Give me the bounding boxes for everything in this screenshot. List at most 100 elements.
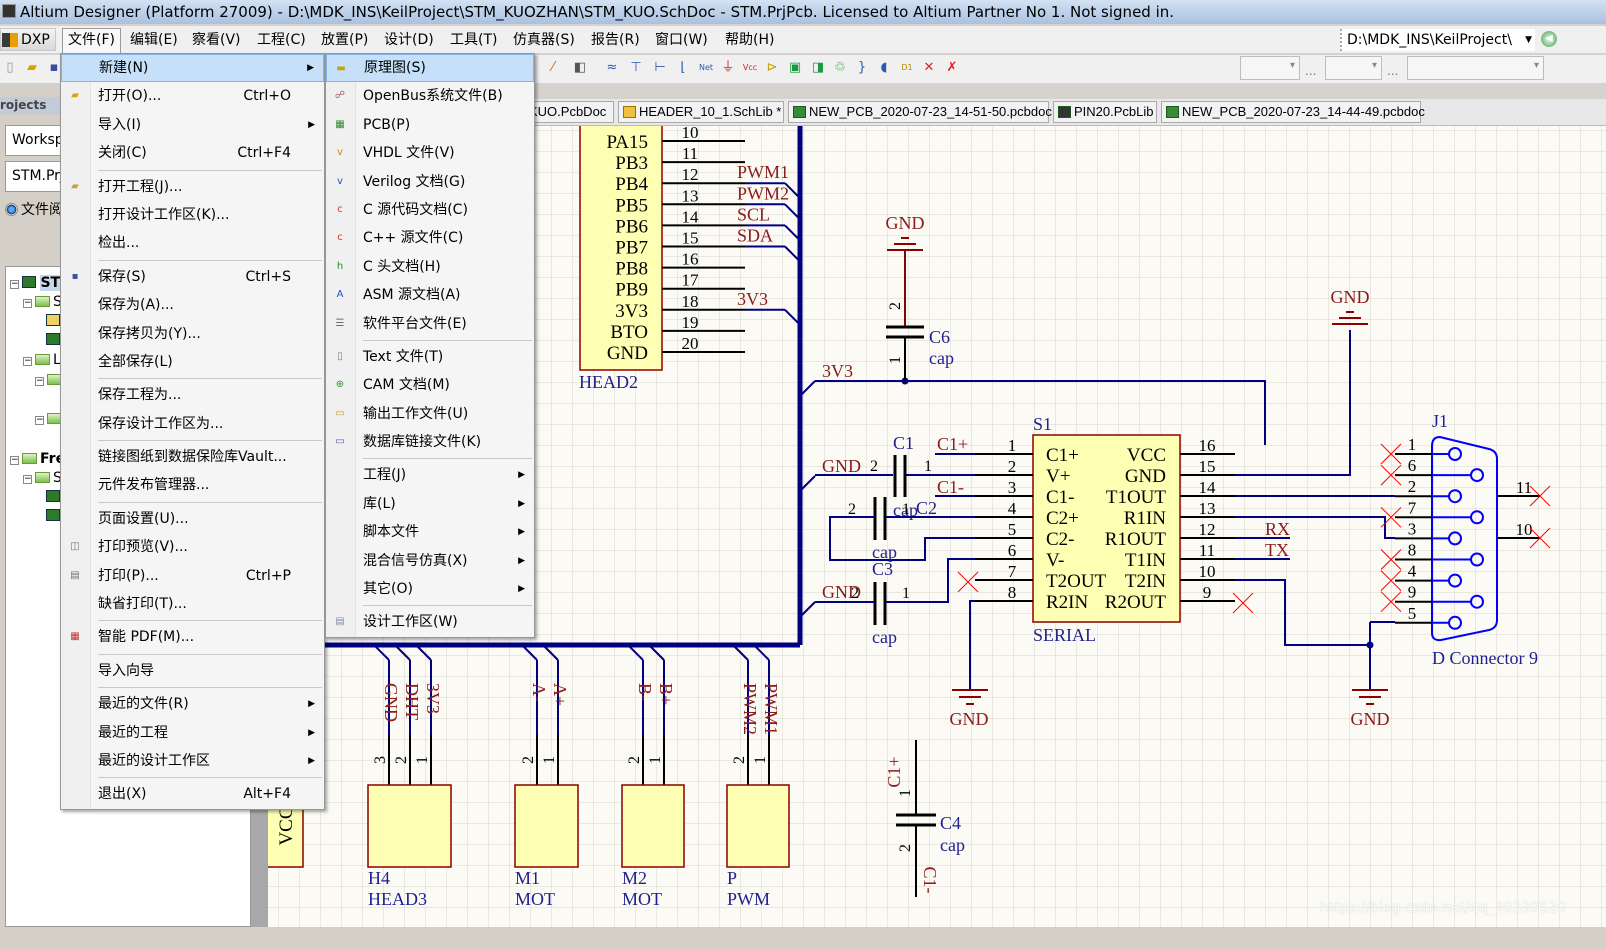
menu-item[interactable]: v VHDL 文件(V) bbox=[326, 139, 534, 167]
menu-item[interactable]: ▤ 打印(P)... Ctrl+P bbox=[61, 562, 324, 590]
filter-combo-1[interactable] bbox=[1240, 56, 1300, 80]
menu-design[interactable]: 设计(D) bbox=[379, 29, 439, 51]
device-sheet-icon[interactable]: ♲ bbox=[832, 60, 848, 76]
menu-item[interactable]: c C 源代码文档(C) bbox=[326, 196, 534, 224]
sheet-symbol-icon[interactable]: ▣ bbox=[787, 60, 803, 76]
menu-item[interactable]: 导入向导 bbox=[61, 657, 324, 685]
menu-item[interactable]: ⊕ CAM 文档(M) bbox=[326, 371, 534, 399]
menu-item[interactable]: ▰ 打开(O)... Ctrl+O bbox=[61, 82, 324, 110]
wand-icon[interactable]: ⁄ bbox=[545, 60, 561, 76]
menu-item[interactable]: ▦ 智能 PDF(M)... bbox=[61, 623, 324, 651]
tree-item-project[interactable]: − ST bbox=[10, 274, 61, 292]
tree-item-doc[interactable] bbox=[46, 312, 60, 330]
radio-label: 文件阅 bbox=[21, 202, 63, 218]
bus-entry-icon[interactable]: ⊢ bbox=[652, 60, 668, 76]
menu-item[interactable]: 工程(J) ▶ bbox=[326, 461, 534, 489]
menu-window[interactable]: 窗口(W) bbox=[650, 29, 713, 51]
menu-file[interactable]: 文件(F) bbox=[62, 28, 121, 53]
file-view-radio[interactable]: 文件阅 bbox=[5, 202, 63, 218]
tree-item-folder[interactable]: − L bbox=[23, 351, 61, 369]
browse-component-icon[interactable]: ◧ bbox=[572, 60, 588, 76]
menu-item[interactable]: 最近的设计工作区 ▶ bbox=[61, 747, 324, 775]
menu-item[interactable]: 最近的文件(R) ▶ bbox=[61, 690, 324, 718]
menu-item[interactable]: 链接图纸到数据保险库Vault... bbox=[61, 443, 324, 471]
menu-item[interactable]: ▯ Text 文件(T) bbox=[326, 343, 534, 371]
menu-item[interactable]: c C++ 源文件(C) bbox=[326, 224, 534, 252]
menu-item[interactable]: 缺省打印(T)... bbox=[61, 590, 324, 618]
tree-item-doc[interactable] bbox=[46, 488, 60, 506]
menu-item[interactable]: ▦ PCB(P) bbox=[326, 111, 534, 139]
vcc-port-icon[interactable]: Vcc bbox=[742, 60, 758, 76]
tree-item-free-documents[interactable]: − Fre bbox=[10, 450, 65, 468]
menu-item[interactable]: ▭ 数据库链接文件(K) bbox=[326, 428, 534, 456]
menu-item[interactable]: 退出(X) Alt+F4 bbox=[61, 780, 324, 808]
menu-item[interactable]: 元件发布管理器... bbox=[61, 471, 324, 499]
port-icon[interactable]: D1 bbox=[899, 60, 915, 76]
menu-item[interactable]: 保存设计工作区为... bbox=[61, 410, 324, 438]
menu-item[interactable]: A ASM 源文档(A) bbox=[326, 281, 534, 309]
signal-harness-icon[interactable]: ⌊ bbox=[675, 60, 691, 76]
menu-tools[interactable]: 工具(T) bbox=[445, 29, 502, 51]
menu-reports[interactable]: 报告(R) bbox=[586, 29, 645, 51]
menu-item[interactable]: 混合信号仿真(X) ▶ bbox=[326, 547, 534, 575]
tab-pin20-pcblib[interactable]: PIN20.PcbLib bbox=[1053, 101, 1157, 123]
gnd-port-icon[interactable]: ⏚ bbox=[720, 60, 736, 76]
sheet-entry-icon[interactable]: ◨ bbox=[810, 60, 826, 76]
j1-pin-number: 9 bbox=[1408, 583, 1417, 602]
menu-item[interactable]: 检出... bbox=[61, 229, 324, 257]
dxp-menu[interactable]: DXP bbox=[0, 28, 56, 51]
menu-item[interactable]: 保存拷贝为(Y)... bbox=[61, 320, 324, 348]
navigate-back-icon[interactable]: ◀ bbox=[1541, 31, 1557, 47]
menu-item[interactable]: 保存工程为... bbox=[61, 381, 324, 409]
menu-simulator[interactable]: 仿真器(S) bbox=[508, 29, 580, 51]
wire-icon[interactable]: ≈ bbox=[604, 60, 620, 76]
tree-item-doc[interactable] bbox=[46, 507, 60, 525]
menu-item[interactable]: 保存为(A)... bbox=[61, 291, 324, 319]
menu-item[interactable]: ☍ OpenBus系统文件(B) bbox=[326, 82, 534, 110]
menu-place[interactable]: 放置(P) bbox=[316, 29, 373, 51]
menu-item[interactable]: 其它(O) ▶ bbox=[326, 575, 534, 603]
menu-edit[interactable]: 编辑(E) bbox=[125, 29, 183, 51]
tab-new-pcb-14-51-50[interactable]: NEW_PCB_2020-07-23_14-51-50.pcbdoc bbox=[788, 101, 1052, 123]
menu-project[interactable]: 工程(C) bbox=[252, 29, 311, 51]
new-document-icon[interactable]: ▯ bbox=[2, 60, 18, 76]
menu-item[interactable]: ▰ 打开工程(J)... bbox=[61, 173, 324, 201]
menu-item[interactable]: ▬ 原理图(S) bbox=[326, 54, 534, 83]
bus-icon[interactable]: ⊤ bbox=[628, 60, 644, 76]
menu-item[interactable]: 全部保存(L) bbox=[61, 348, 324, 376]
open-folder-icon[interactable]: ▰ bbox=[24, 60, 40, 76]
menu-help[interactable]: 帮助(H) bbox=[720, 29, 779, 51]
tree-item-doc[interactable] bbox=[46, 331, 60, 349]
filter-combo-3[interactable] bbox=[1407, 56, 1544, 80]
pin-number: 2 bbox=[520, 756, 537, 764]
filter-combo-2[interactable] bbox=[1325, 56, 1382, 80]
menu-item[interactable]: h C 头文档(H) bbox=[326, 253, 534, 281]
harness-connector-icon[interactable]: } bbox=[854, 60, 870, 76]
menu-item[interactable]: ▤ 设计工作区(W) bbox=[326, 608, 534, 636]
menu-item[interactable]: 脚本文件 ▶ bbox=[326, 518, 534, 546]
tree-item-folder[interactable]: − S bbox=[23, 469, 62, 487]
menu-item[interactable]: 库(L) ▶ bbox=[326, 490, 534, 518]
net-label-icon[interactable]: Net bbox=[698, 60, 714, 76]
menu-item[interactable]: 页面设置(U)... bbox=[61, 505, 324, 533]
menu-item[interactable]: v Verilog 文档(G) bbox=[326, 168, 534, 196]
tab-header-schlib[interactable]: HEADER_10_1.SchLib * bbox=[618, 101, 784, 123]
menu-item[interactable]: ☰ 软件平台文件(E) bbox=[326, 310, 534, 338]
document-path-combo[interactable]: D:\MDK_INS\KeilProject\ ▼ bbox=[1340, 29, 1535, 51]
part-icon[interactable]: ⊳ bbox=[764, 60, 780, 76]
menu-item[interactable]: 导入(I) ▶ bbox=[61, 111, 324, 139]
tab-new-pcb-14-44-49[interactable]: NEW_PCB_2020-07-23_14-44-49.pcbdoc bbox=[1161, 101, 1425, 123]
menu-item[interactable]: 关闭(C) Ctrl+F4 bbox=[61, 139, 324, 167]
harness-entry-icon[interactable]: ◖ bbox=[876, 60, 892, 76]
compile-mask-icon[interactable]: ✗ bbox=[944, 60, 960, 76]
menu-item[interactable]: 新建(N) ▶ bbox=[61, 54, 324, 83]
menu-item[interactable]: ▭ 输出工作文件(U) bbox=[326, 400, 534, 428]
menu-item[interactable]: 打开设计工作区(K)... bbox=[61, 201, 324, 229]
no-erc-icon[interactable]: ✕ bbox=[921, 60, 937, 76]
tree-item-folder[interactable]: − S bbox=[23, 293, 62, 311]
menu-item[interactable]: 最近的工程 ▶ bbox=[61, 719, 324, 747]
menu-item[interactable]: ▪ 保存(S) Ctrl+S bbox=[61, 263, 324, 291]
menu-item[interactable]: ◫ 打印预览(V)... bbox=[61, 533, 324, 561]
menu-view[interactable]: 察看(V) bbox=[187, 29, 246, 51]
j1-pin-number: 5 bbox=[1408, 604, 1417, 623]
